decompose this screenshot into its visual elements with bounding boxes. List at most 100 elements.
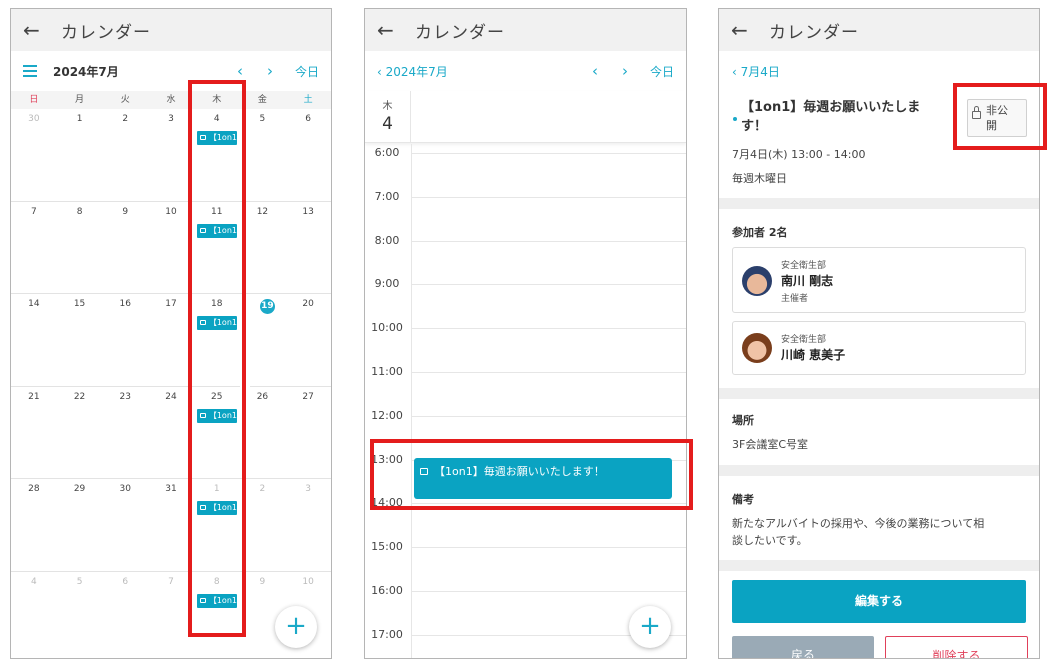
- day-cell[interactable]: 30: [11, 109, 57, 202]
- hour-gridline: [411, 328, 686, 330]
- back-to-day-link[interactable]: ‹ 7月4日: [732, 63, 780, 80]
- app-bar: ← カレンダー: [365, 9, 686, 51]
- day-cell[interactable]: 12: [239, 202, 286, 294]
- day-cell[interactable]: 21: [11, 387, 57, 479]
- participant-card[interactable]: 安全衛生部 南川 剛志 主催者: [732, 247, 1026, 313]
- hour-label: 10:00: [371, 321, 403, 335]
- weekday-label: 金: [257, 95, 267, 105]
- day-cell[interactable]: 22: [56, 387, 103, 479]
- prev-day-button[interactable]: ‹: [580, 62, 610, 80]
- day-cell[interactable]: 24: [148, 387, 194, 479]
- day-cell[interactable]: 26: [239, 387, 286, 479]
- weekday-label: 火: [120, 95, 130, 105]
- day-cell[interactable]: 28: [11, 479, 57, 572]
- day-cell[interactable]: 4: [11, 572, 57, 659]
- hour-label: 7:00: [374, 189, 400, 203]
- day-number: 12: [256, 206, 269, 217]
- day-timeline[interactable]: 6:00 7:00 8:00 9:00 10:00 11:00 12:00 13:00 14:0…: [365, 144, 686, 658]
- day-number: 9: [259, 576, 266, 587]
- app-title: カレンダー: [769, 22, 859, 43]
- day-cell[interactable]: 1: [56, 109, 103, 202]
- day-cell[interactable]: 3: [285, 479, 331, 572]
- day-cell[interactable]: 14: [11, 294, 57, 387]
- weekday-header: 日月火水木金土: [11, 91, 331, 109]
- visibility-highlight-box: [953, 83, 1047, 150]
- day-cell[interactable]: 5: [57, 572, 103, 659]
- day-cell[interactable]: 9: [102, 202, 149, 294]
- day-number: 30: [28, 114, 40, 124]
- day-number: 1: [76, 114, 83, 124]
- back-to-month-link[interactable]: ‹ 2024年7月: [377, 63, 448, 80]
- day-number: 31: [165, 484, 177, 494]
- day-number: 8: [76, 206, 83, 217]
- add-event-fab[interactable]: +: [275, 606, 317, 648]
- day-cell[interactable]: 3: [148, 109, 194, 202]
- today-button[interactable]: 今日: [295, 63, 319, 80]
- day-cell[interactable]: 27: [285, 387, 331, 479]
- month-grid: 30 1 2 3 4 【1on1 5 6 7 8 9 10 11 【1on1 12 13 14 15 16 17 18 【…: [11, 109, 331, 659]
- day-cell[interactable]: 29: [56, 479, 103, 572]
- day-cell[interactable]: 15: [56, 294, 103, 387]
- participant-card[interactable]: 安全衛生部 川崎 恵美子: [732, 321, 1026, 375]
- day-number: 20: [302, 299, 314, 309]
- day-number: 26: [256, 391, 269, 402]
- hour-label: 15:00: [371, 540, 403, 554]
- thursday-highlight-box: [188, 80, 246, 637]
- month-view-screen: ← カレンダー 2024年7月 ‹ › 今日 日月火水木金土 30 1 2 3 4 【1o…: [10, 8, 332, 659]
- day-number: 22: [73, 391, 86, 402]
- delete-button[interactable]: 削除する: [885, 636, 1028, 658]
- day-number: 5: [76, 576, 83, 587]
- day-cell[interactable]: 8: [56, 202, 103, 294]
- day-cell[interactable]: 17: [148, 294, 194, 387]
- day-cell[interactable]: 6: [102, 572, 148, 659]
- day-cell[interactable]: 30: [102, 479, 149, 572]
- day-cell[interactable]: 7: [11, 202, 57, 294]
- place-value: 3F会議室C号室: [732, 438, 809, 451]
- day-cell[interactable]: 6: [285, 109, 331, 202]
- day-cell[interactable]: 7: [148, 572, 194, 659]
- day-number: 5: [259, 114, 266, 124]
- today-button[interactable]: 今日: [650, 63, 674, 80]
- prev-month-button[interactable]: ‹: [225, 62, 255, 80]
- day-number: 10: [302, 576, 314, 587]
- day-cell[interactable]: 16: [102, 294, 149, 387]
- note-value: 新たなアルバイトの採用や、今後の業務について相 談したいです。: [732, 517, 985, 547]
- day-cell[interactable]: 23: [102, 387, 149, 479]
- day-cell[interactable]: 2: [102, 109, 149, 202]
- participant-name: 南川 剛志: [781, 274, 834, 288]
- event-datetime: 7月4日(木) 13:00 - 14:00: [732, 148, 866, 161]
- back-arrow-icon[interactable]: ←: [23, 18, 53, 42]
- day-number: 7: [168, 576, 174, 587]
- divider: [719, 388, 1039, 399]
- day-cell[interactable]: 31: [148, 479, 194, 572]
- hamburger-menu-icon[interactable]: [23, 65, 37, 77]
- back-button[interactable]: 戻る: [732, 636, 874, 658]
- day-cell[interactable]: 10: [148, 202, 194, 294]
- next-month-button[interactable]: ›: [255, 62, 285, 80]
- event-title: 【1on1】毎週お願いいたしま す！: [741, 100, 921, 134]
- month-label: 2024年7月: [53, 64, 119, 79]
- day-cell[interactable]: 20: [285, 294, 331, 387]
- app-bar: ← カレンダー: [719, 9, 1039, 51]
- day-nav: ‹ 2024年7月 ‹ › 今日: [365, 51, 686, 91]
- avatar: [742, 266, 772, 296]
- back-arrow-icon[interactable]: ←: [377, 18, 407, 42]
- back-arrow-icon[interactable]: ←: [731, 18, 761, 42]
- add-event-fab[interactable]: +: [629, 606, 671, 648]
- day-number: 6: [305, 114, 311, 124]
- avatar: [742, 333, 772, 363]
- divider: [719, 198, 1039, 209]
- day-number: 29: [73, 484, 86, 494]
- day-cell[interactable]: 13: [285, 202, 331, 294]
- edit-button[interactable]: 編集する: [732, 580, 1026, 623]
- day-date: 4: [382, 114, 393, 134]
- day-cell[interactable]: 5: [239, 109, 286, 202]
- day-cell[interactable]: 19: [249, 294, 286, 387]
- day-number: 23: [119, 391, 131, 402]
- divider: [719, 560, 1039, 571]
- note-label: 備考: [732, 493, 754, 506]
- day-cell[interactable]: 2: [239, 479, 286, 572]
- day-header: 木 4: [365, 91, 686, 143]
- next-day-button[interactable]: ›: [610, 62, 640, 80]
- event-highlight-box: [370, 439, 693, 510]
